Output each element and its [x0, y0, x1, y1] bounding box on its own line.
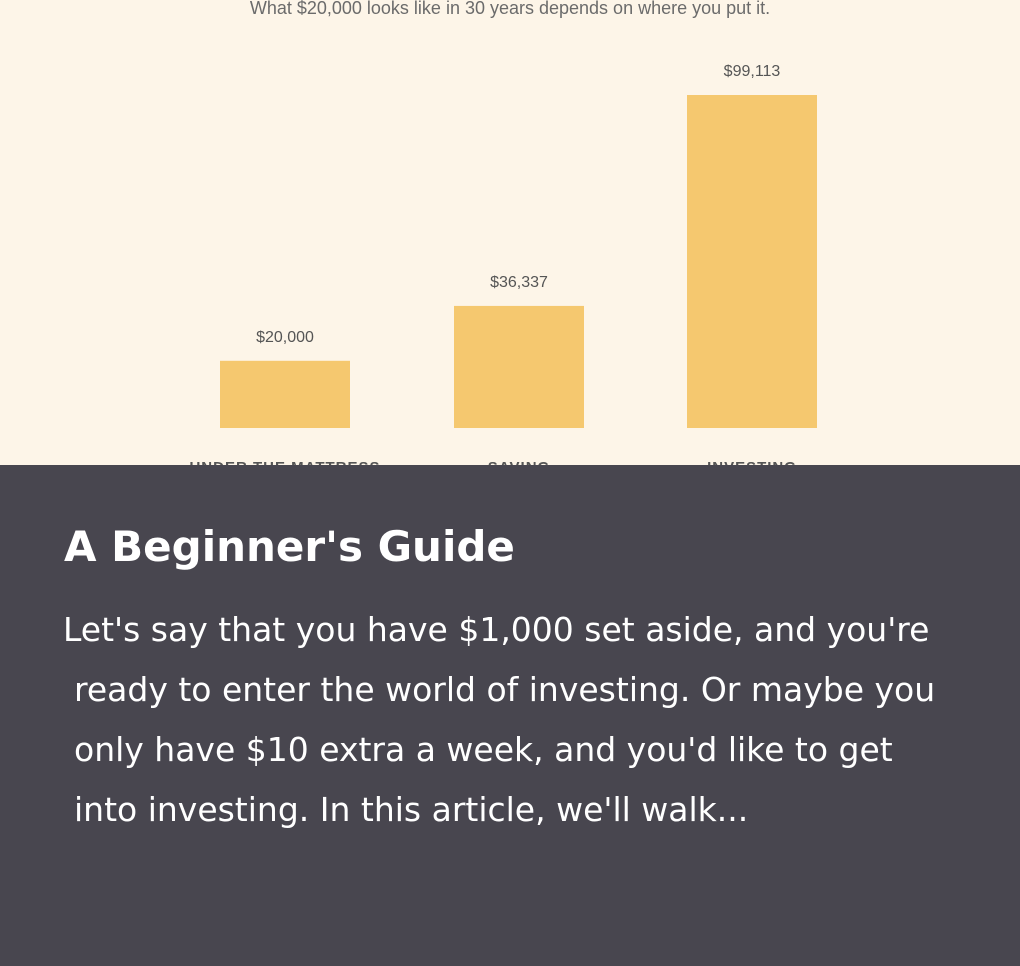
bar-value-label: $99,113 — [724, 63, 781, 80]
article-title[interactable]: A Beginner's Guide — [64, 518, 515, 576]
bar-investing — [687, 95, 817, 428]
bar-under-the-mattress — [220, 360, 350, 428]
bar-value-label: $36,337 — [490, 274, 548, 291]
bar-chart: What $20,000 looks like in 30 years depe… — [189, 0, 817, 465]
bar-saving — [454, 305, 584, 428]
excerpt-line: into investing. In this article, we'll w… — [74, 790, 749, 829]
excerpt-line: Let's say that you have $1,000 set aside… — [63, 610, 930, 649]
chart-image: What $20,000 looks like in 30 years depe… — [0, 0, 1020, 465]
excerpt-line: ready to enter the world of investing. O… — [74, 670, 936, 709]
excerpt-line: only have $10 extra a week, and you'd li… — [74, 730, 893, 769]
article-excerpt: Let's say that you have $1,000 set aside… — [63, 600, 1008, 840]
chart-subtitle: What $20,000 looks like in 30 years depe… — [250, 0, 770, 18]
bar-value-label: $20,000 — [256, 329, 314, 346]
